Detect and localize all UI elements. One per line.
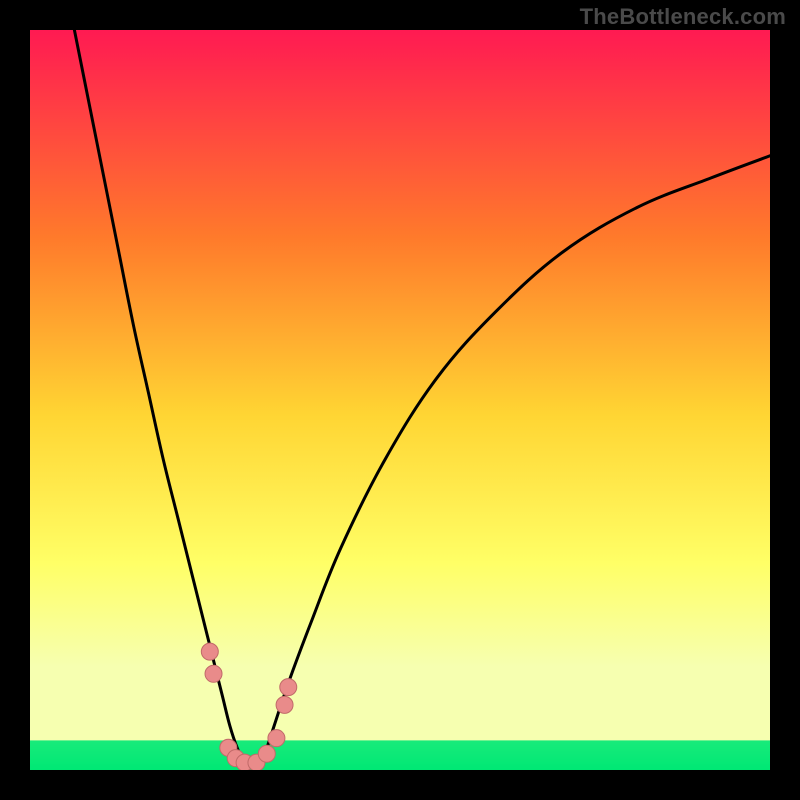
marker-point	[201, 643, 218, 660]
marker-point	[276, 696, 293, 713]
watermark-text: TheBottleneck.com	[580, 4, 786, 30]
green-band	[30, 740, 770, 770]
marker-point	[205, 665, 222, 682]
chart-stage: TheBottleneck.com	[0, 0, 800, 800]
marker-point	[280, 679, 297, 696]
plot-area	[30, 30, 770, 770]
marker-point	[268, 730, 285, 747]
marker-point	[258, 745, 275, 762]
gradient-background	[30, 30, 770, 770]
chart-svg	[30, 30, 770, 770]
